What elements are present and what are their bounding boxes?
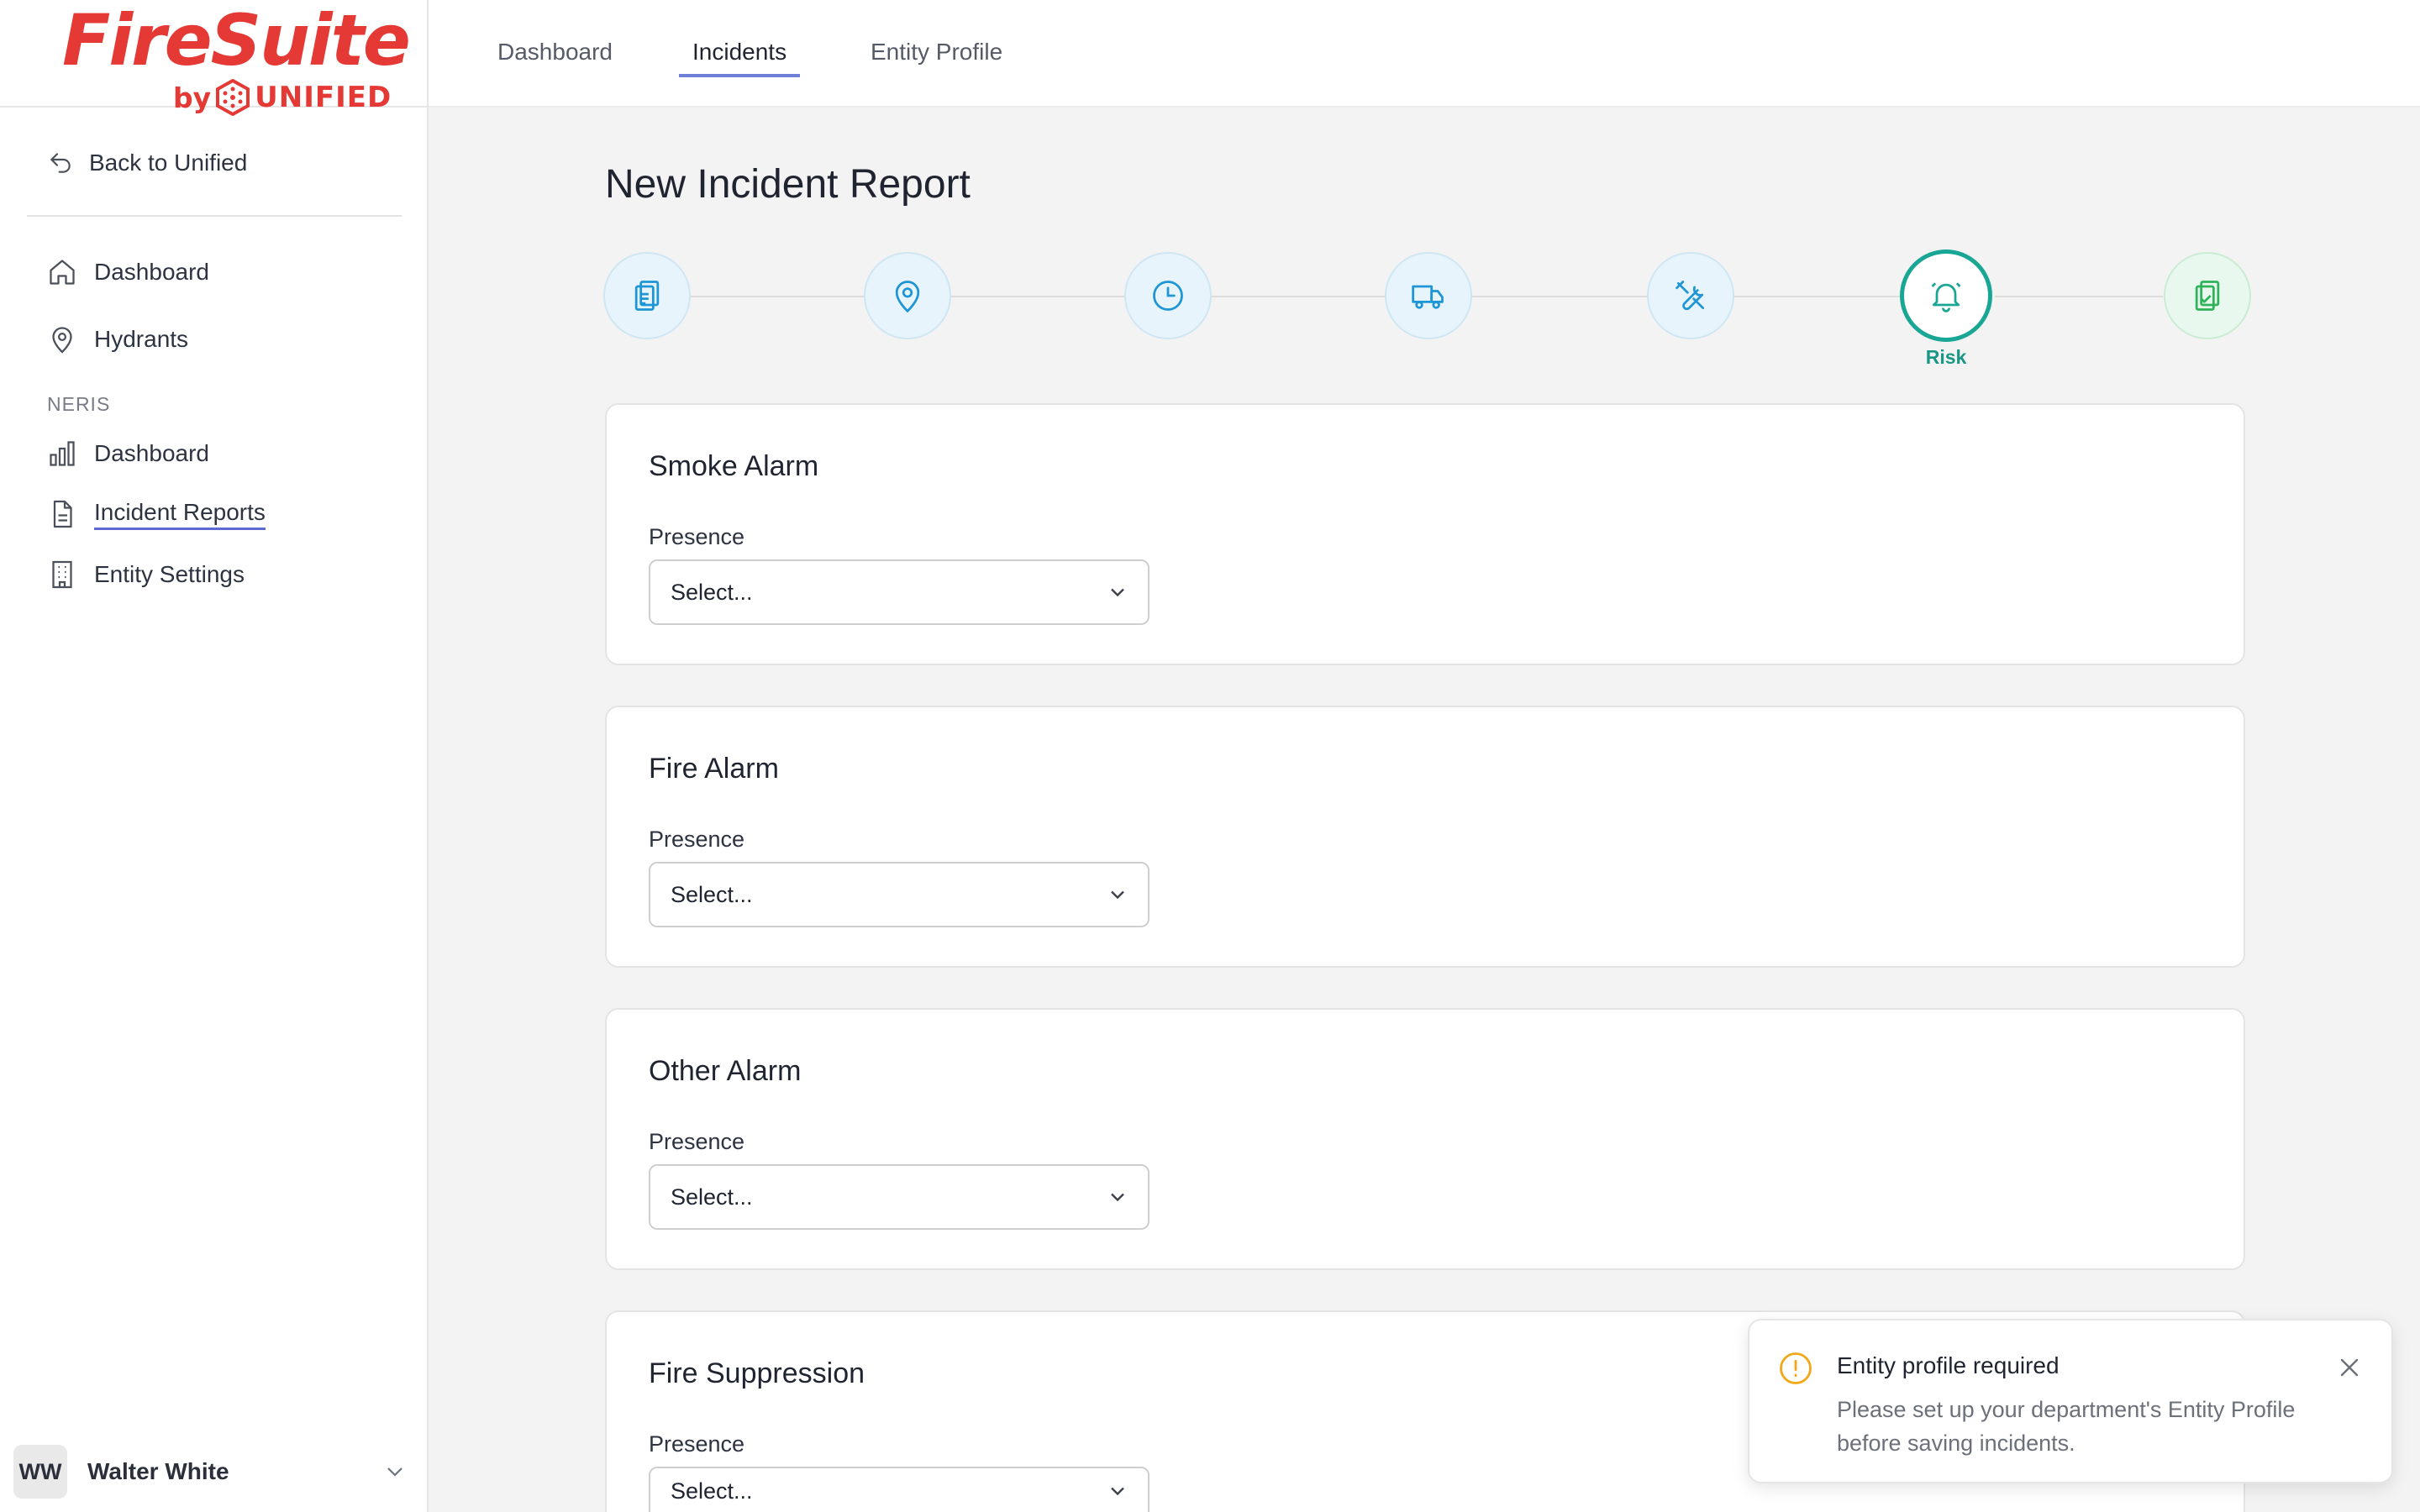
warning-circle-icon bbox=[1780, 1352, 1812, 1384]
select-value: Select... bbox=[671, 1478, 753, 1504]
chevron-down-icon bbox=[1111, 890, 1124, 900]
fire-suppression-presence-select[interactable]: Select... bbox=[649, 1467, 1150, 1512]
logo-brand: UNIFIED bbox=[255, 81, 392, 114]
progress-stepper: Risk bbox=[603, 249, 2251, 370]
sidebar: FireSuite by UNIFIED Back to Unified Das… bbox=[0, 0, 429, 1512]
presence-label: Presence bbox=[649, 1129, 745, 1154]
select-value: Select... bbox=[671, 579, 753, 605]
chevron-down-icon bbox=[1111, 1487, 1124, 1496]
app: FireSuite by UNIFIED Back to Unified Das… bbox=[0, 0, 2420, 1512]
section-title: Other Alarm bbox=[649, 1055, 802, 1087]
user-menu[interactable]: WW Walter White bbox=[13, 1441, 415, 1502]
unified-hex-icon bbox=[216, 79, 250, 116]
sidebar-item-hydrants[interactable]: Hydrants bbox=[47, 321, 188, 358]
other-alarm-card: Other Alarm Presence Select... bbox=[605, 1008, 2245, 1270]
select-value: Select... bbox=[671, 1184, 753, 1210]
select-value: Select... bbox=[671, 881, 753, 907]
bar-chart-icon bbox=[50, 441, 75, 466]
step-connector bbox=[691, 296, 864, 297]
sidebar-item-label: Incident Reports bbox=[94, 499, 266, 530]
toast-message: Please set up your department's Entity P… bbox=[1837, 1397, 2296, 1456]
step-actions[interactable] bbox=[1647, 252, 1734, 339]
entity-profile-toast: Entity profile required Please set up yo… bbox=[1748, 1319, 2393, 1483]
tab-incidents[interactable]: Incidents bbox=[679, 39, 801, 77]
sidebar-item-label: Entity Settings bbox=[94, 561, 245, 587]
presence-label: Presence bbox=[649, 1431, 745, 1457]
other-alarm-presence-select[interactable]: Select... bbox=[649, 1164, 1150, 1230]
presence-label: Presence bbox=[649, 524, 745, 549]
logo[interactable]: FireSuite by UNIFIED bbox=[0, 0, 429, 116]
step-risk-label: Risk bbox=[1925, 346, 1967, 368]
back-to-unified-link[interactable]: Back to Unified bbox=[47, 144, 247, 181]
section-title: Fire Suppression bbox=[649, 1357, 865, 1389]
chevron-down-icon bbox=[387, 1467, 402, 1477]
top-nav: Dashboard Incidents Entity Profile bbox=[429, 0, 2420, 108]
location-icon bbox=[895, 281, 920, 313]
step-general[interactable] bbox=[603, 252, 691, 339]
sidebar-item-label: Hydrants bbox=[94, 326, 189, 352]
smoke-alarm-card: Smoke Alarm Presence Select... bbox=[605, 403, 2245, 665]
chevron-down-icon bbox=[1111, 1193, 1124, 1202]
building-icon bbox=[52, 560, 72, 589]
logo-wordmark: FireSuite bbox=[62, 0, 411, 81]
avatar: WW bbox=[13, 1445, 67, 1499]
section-title: Smoke Alarm bbox=[649, 450, 819, 482]
toast-title: Entity profile required bbox=[1837, 1352, 2060, 1378]
fire-alarm-card: Fire Alarm Presence Select... bbox=[605, 706, 2245, 968]
step-connector bbox=[1734, 296, 1902, 297]
sidebar-item-incident-reports[interactable]: Incident Reports bbox=[47, 496, 266, 533]
presence-label: Presence bbox=[649, 827, 745, 852]
tab-entity-profile[interactable]: Entity Profile bbox=[857, 39, 1016, 74]
step-location[interactable] bbox=[864, 252, 951, 339]
user-name: Walter White bbox=[87, 1458, 229, 1484]
sidebar-item-dashboard[interactable]: Dashboard bbox=[47, 254, 209, 291]
back-arrow-icon bbox=[50, 153, 71, 173]
clock-icon bbox=[1153, 281, 1183, 311]
fire-alarm-presence-select[interactable]: Select... bbox=[649, 862, 1150, 927]
back-link-label: Back to Unified bbox=[89, 150, 248, 176]
page-title: New Incident Report bbox=[605, 162, 971, 207]
chevron-down-icon bbox=[1111, 588, 1124, 597]
step-connector bbox=[1212, 296, 1386, 297]
tab-dashboard[interactable]: Dashboard bbox=[484, 39, 626, 74]
smoke-alarm-presence-select[interactable]: Select... bbox=[649, 559, 1150, 625]
sidebar-divider bbox=[27, 215, 402, 217]
step-connector bbox=[1995, 296, 2163, 297]
sidebar-item-entity-settings[interactable]: Entity Settings bbox=[47, 556, 245, 593]
tools-icon bbox=[1676, 281, 1705, 311]
logo-by: by bbox=[173, 81, 212, 114]
map-pin-icon bbox=[52, 327, 72, 354]
step-connector bbox=[951, 296, 1124, 297]
step-review[interactable] bbox=[2164, 252, 2251, 339]
section-title: Fire Alarm bbox=[649, 753, 779, 785]
home-icon bbox=[50, 260, 75, 285]
logo-byline: by UNIFIED bbox=[173, 77, 392, 118]
sidebar-item-label: Dashboard bbox=[94, 440, 209, 466]
step-time[interactable] bbox=[1124, 252, 1212, 339]
sidebar-item-neris-dashboard[interactable]: Dashboard bbox=[47, 435, 209, 472]
step-units[interactable] bbox=[1385, 252, 1472, 339]
sidebar-item-label: Dashboard bbox=[94, 259, 209, 285]
bell-icon bbox=[1931, 282, 1961, 312]
step-connector bbox=[1472, 296, 1647, 297]
step-risk[interactable] bbox=[1900, 249, 1992, 342]
sidebar-section-neris: NERIS bbox=[47, 393, 111, 415]
close-icon[interactable] bbox=[2334, 1352, 2365, 1383]
truck-icon bbox=[1412, 285, 1444, 309]
clipboard-check-icon bbox=[2195, 281, 2220, 311]
document-icon bbox=[53, 500, 72, 528]
clipboard-icon bbox=[634, 281, 660, 311]
